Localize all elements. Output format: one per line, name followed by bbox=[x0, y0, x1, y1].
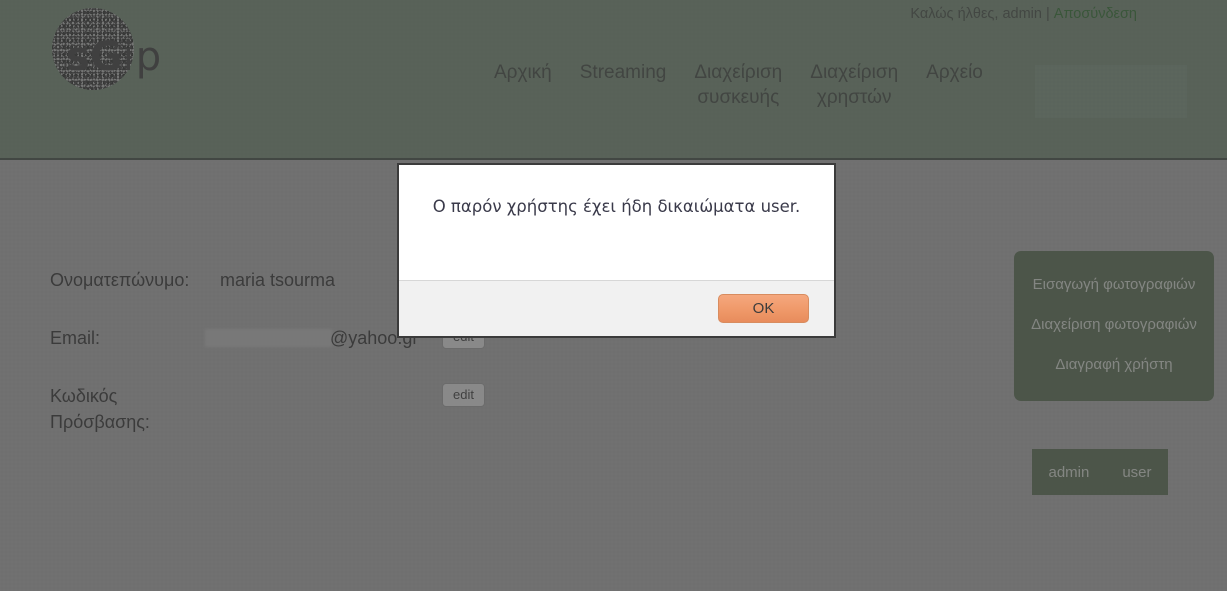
alert-ok-button[interactable]: OK bbox=[718, 294, 809, 323]
alert-dialog-body: Ο παρόν χρήστης έχει ήδη δικαιώματα user… bbox=[399, 165, 834, 280]
alert-dialog-footer: OK bbox=[399, 280, 834, 336]
alert-dialog-message: Ο παρόν χρήστης έχει ήδη δικαιώματα user… bbox=[432, 197, 801, 216]
alert-dialog: Ο παρόν χρήστης έχει ήδη δικαιώματα user… bbox=[397, 163, 836, 338]
